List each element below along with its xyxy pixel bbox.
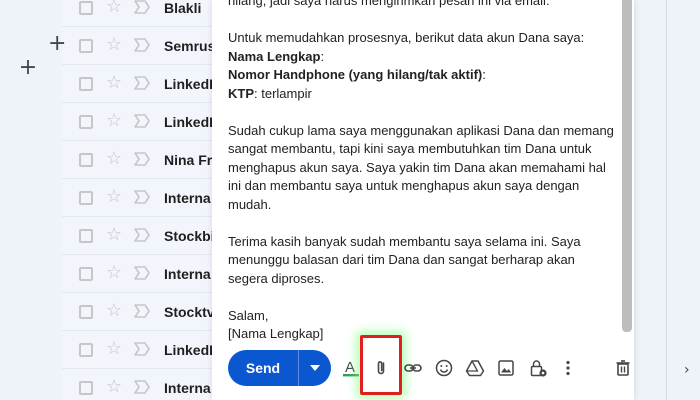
- body-field: Nomor Handphone (yang hilang/tak aktif):: [228, 66, 618, 85]
- sender-name: Interna: [164, 266, 211, 282]
- inbox-list: ☆ Blakli ☆ Semrus ☆ LinkedI ☆ LinkedI ☆ Nina Fr ☆ I…: [62, 0, 212, 400]
- field-value-ktp: : terlampir: [254, 85, 312, 101]
- checkbox[interactable]: [79, 77, 93, 91]
- body-field: Nama Lengkap:: [228, 48, 618, 67]
- link-icon[interactable]: [401, 356, 425, 380]
- chevron-right-icon[interactable]: ›: [684, 362, 690, 378]
- inbox-row[interactable]: ☆ Interna: [62, 255, 212, 293]
- sender-name: Nina Fr: [164, 152, 212, 168]
- star-icon[interactable]: ☆: [106, 225, 122, 245]
- star-icon[interactable]: ☆: [106, 187, 122, 207]
- inbox-row[interactable]: ☆ Semrus: [62, 27, 212, 65]
- lock-icon[interactable]: [526, 356, 550, 380]
- important-marker-icon[interactable]: [134, 38, 150, 52]
- svg-text:A: A: [345, 359, 355, 376]
- important-marker-icon[interactable]: [134, 152, 150, 166]
- important-marker-icon[interactable]: [134, 342, 150, 356]
- schedule-send-button[interactable]: [299, 350, 331, 386]
- left-rail: +: [0, 0, 60, 400]
- compose-scrollbar[interactable]: [622, 0, 632, 332]
- body-paragraph: Sudah cukup lama saya menggunakan aplika…: [228, 122, 614, 212]
- photo-icon[interactable]: [494, 356, 518, 380]
- important-marker-icon[interactable]: [134, 0, 150, 14]
- star-icon[interactable]: ☆: [106, 263, 122, 283]
- inbox-row[interactable]: ☆ LinkedI: [62, 65, 212, 103]
- more-options-icon[interactable]: [556, 356, 580, 380]
- checkbox[interactable]: [79, 153, 93, 167]
- closing-line: Salam,: [228, 307, 269, 323]
- star-icon[interactable]: ☆: [106, 73, 122, 93]
- sender-name: Stocktv: [164, 304, 212, 320]
- important-marker-icon[interactable]: [134, 304, 150, 318]
- trash-icon[interactable]: [611, 356, 635, 380]
- inbox-row[interactable]: ☆ Blakli: [62, 0, 212, 27]
- drive-icon[interactable]: [463, 356, 487, 380]
- sender-name: LinkedI: [164, 114, 212, 130]
- checkbox[interactable]: [79, 381, 93, 395]
- checkbox[interactable]: [79, 305, 93, 319]
- star-icon[interactable]: ☆: [106, 377, 122, 397]
- star-icon[interactable]: ☆: [106, 339, 122, 359]
- star-icon[interactable]: ☆: [106, 111, 122, 131]
- sender-name: Blakli: [164, 0, 202, 16]
- star-icon[interactable]: ☆: [106, 35, 122, 55]
- inbox-row[interactable]: ☆ LinkedI: [62, 103, 212, 141]
- checkbox[interactable]: [79, 343, 93, 357]
- emoji-icon[interactable]: [432, 356, 456, 380]
- inbox-row[interactable]: ☆ Interna: [62, 369, 212, 400]
- important-marker-icon[interactable]: [134, 380, 150, 394]
- inbox-row[interactable]: ☆ Stocktv: [62, 293, 212, 331]
- field-colon: :: [482, 67, 486, 82]
- inbox-row[interactable]: ☆ Nina Fr: [62, 141, 212, 179]
- important-marker-icon[interactable]: [134, 228, 150, 242]
- rail-divider: [666, 0, 667, 400]
- inbox-row[interactable]: ☆ LinkedI: [62, 331, 212, 369]
- send-button[interactable]: Send: [228, 350, 298, 386]
- sender-name: Semrus: [164, 38, 212, 54]
- checkbox[interactable]: [79, 115, 93, 129]
- important-marker-icon[interactable]: [134, 76, 150, 90]
- inbox-row[interactable]: ☆ Interna: [62, 179, 212, 217]
- attach-highlight: [360, 335, 402, 395]
- important-marker-icon[interactable]: [134, 114, 150, 128]
- body-paragraph: hilang, jadi saya harus mengirimkan pesa…: [228, 0, 550, 8]
- plus-icon[interactable]: +: [16, 56, 40, 80]
- sender-name: Stockbi: [164, 228, 212, 244]
- field-label-nama: Nama Lengkap: [228, 48, 321, 64]
- body-field: KTP: terlampir: [228, 85, 618, 104]
- checkbox[interactable]: [79, 229, 93, 243]
- sender-name: LinkedI: [164, 76, 212, 92]
- field-colon: :: [320, 48, 325, 64]
- body-paragraph: Untuk memudahkan prosesnya, berikut data…: [228, 30, 585, 45]
- signature-line: [Nama Lengkap]: [228, 326, 324, 341]
- sender-name: LinkedI: [164, 342, 212, 358]
- right-rail: [634, 0, 700, 400]
- send-button-group: Send: [228, 350, 331, 386]
- compose-window: hilang, jadi saya harus mengirimkan pesa…: [212, 0, 634, 400]
- sender-name: Interna: [164, 190, 211, 206]
- checkbox[interactable]: [79, 191, 93, 205]
- important-marker-icon[interactable]: [134, 266, 150, 280]
- star-icon[interactable]: ☆: [106, 149, 122, 169]
- field-label-ktp: KTP: [228, 85, 254, 101]
- star-icon[interactable]: ☆: [106, 0, 122, 17]
- important-marker-icon[interactable]: [134, 190, 150, 204]
- body-paragraph: Terima kasih banyak sudah membantu saya …: [228, 233, 581, 286]
- caret-down-icon: [310, 365, 320, 371]
- add-addon-icon[interactable]: +: [48, 33, 70, 55]
- field-label-nomor: Nomor Handphone (yang hilang/tak aktif): [228, 67, 483, 82]
- checkbox[interactable]: [79, 1, 93, 15]
- message-body[interactable]: hilang, jadi saya harus mengirimkan pesa…: [228, 0, 618, 344]
- checkbox[interactable]: [79, 39, 93, 53]
- inbox-row[interactable]: ☆ Stockbi: [62, 217, 212, 255]
- sender-name: Interna: [164, 380, 211, 396]
- star-icon[interactable]: ☆: [106, 301, 122, 321]
- checkbox[interactable]: [79, 267, 93, 281]
